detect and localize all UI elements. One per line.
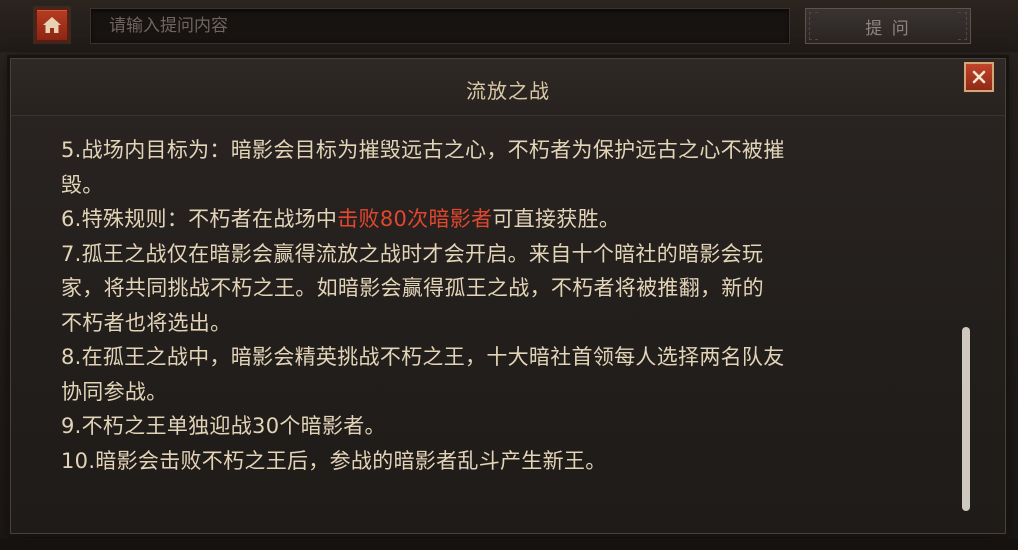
ask-button[interactable]: 提 问 xyxy=(805,8,971,44)
rules-text: 5.战场内目标为：暗影会目标为摧毁远古之心，不朽者为保护远古之心不被摧 毁。 6… xyxy=(61,133,941,478)
search-input[interactable] xyxy=(91,9,789,43)
home-icon xyxy=(43,17,61,33)
top-bar: 提 问 xyxy=(0,0,1018,52)
rule-6-highlight: 击败80次暗影者 xyxy=(337,207,493,231)
dialog-header: 流放之战 xyxy=(11,59,1005,116)
rule-line: 毁。 xyxy=(61,172,104,197)
ask-button-label: 提 问 xyxy=(865,18,911,39)
home-button[interactable] xyxy=(35,8,69,42)
rule-line: 7.孤王之战仅在暗影会赢得流放之战时才会开启。来自十个暗社的暗影会玩 xyxy=(61,241,764,266)
dialog-title: 流放之战 xyxy=(466,79,550,103)
rule-line: 10.暗影会击败不朽之王后，参战的暗影者乱斗产生新王。 xyxy=(61,448,607,473)
rule-line-6: 6.特殊规则：不朽者在战场中击败80次暗影者可直接获胜。 xyxy=(61,202,941,237)
rule-6-prefix: 6.特殊规则：不朽者在战场中 xyxy=(61,207,338,231)
rule-6-suffix: 可直接获胜。 xyxy=(492,207,621,231)
rule-line: 8.在孤王之战中，暗影会精英挑战不朽之王，十大暗社首领每人选择两名队友 xyxy=(61,345,785,369)
dialog: 流放之战 5.战场内目标为：暗影会目标为摧毁远古之心，不朽者为保护远古之心不被摧… xyxy=(10,58,1006,534)
close-button[interactable] xyxy=(964,62,994,92)
scrollbar[interactable] xyxy=(962,327,970,511)
rule-line: 5.战场内目标为：暗影会目标为摧毁远古之心，不朽者为保护远古之心不被摧 xyxy=(61,138,785,162)
rule-line: 不朽者也将选出。 xyxy=(61,310,232,335)
bottom-edge xyxy=(0,538,1018,550)
rule-line: 协同参战。 xyxy=(61,379,168,404)
rule-line: 9.不朽之王单独迎战30个暗影者。 xyxy=(61,414,386,438)
search-box xyxy=(90,8,790,44)
screen: 提 问 流放之战 5.战场内目标为：暗影会目标为摧毁远古之心，不朽者为保护远古之… xyxy=(0,0,1018,550)
rule-line: 家，将共同挑战不朽之王。如暗影会赢得孤王之战，不朽者将被推翻，新的 xyxy=(61,276,764,300)
close-icon xyxy=(972,70,986,84)
